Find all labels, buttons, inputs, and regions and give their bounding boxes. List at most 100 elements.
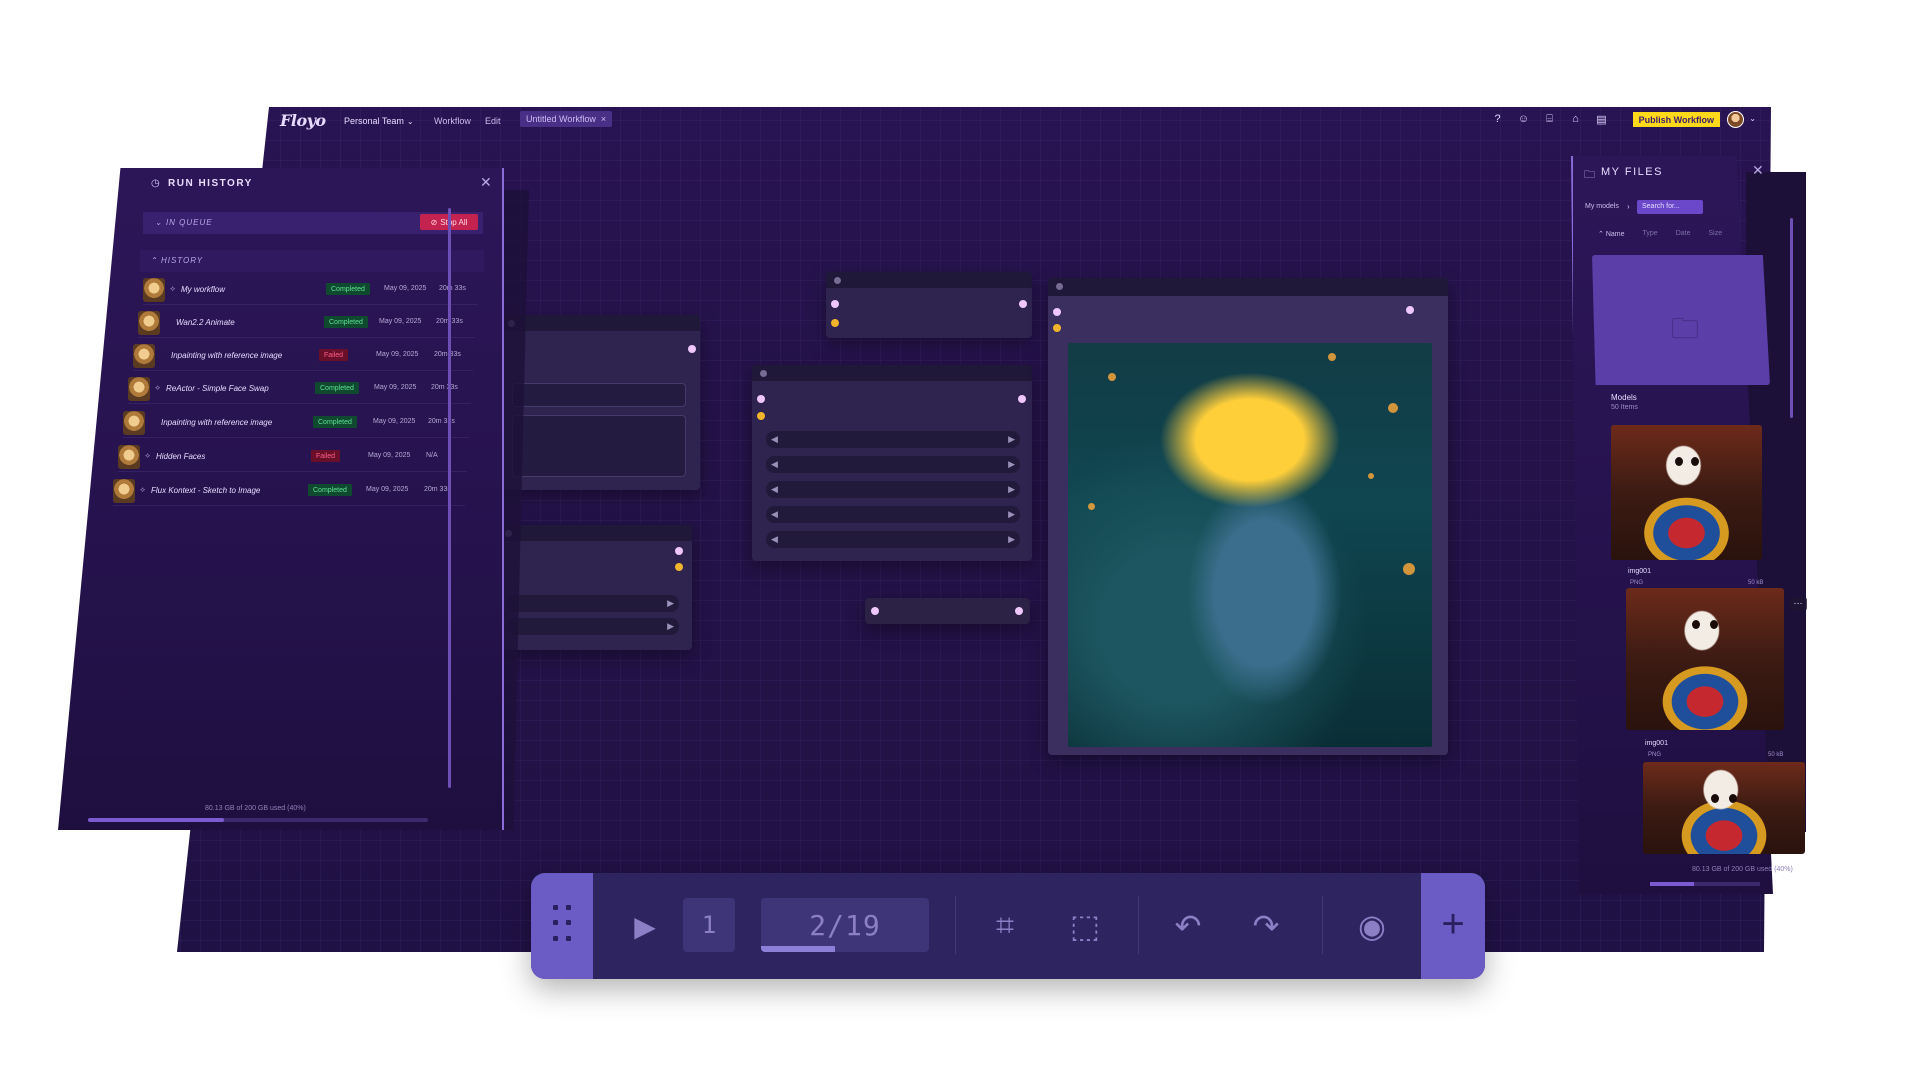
discord-icon[interactable]: ☺ <box>1517 113 1530 126</box>
add-icon[interactable]: + <box>1433 900 1473 948</box>
file-thumbnail[interactable] <box>1611 425 1762 560</box>
arrow-right-icon[interactable]: ▶ <box>1008 534 1015 545</box>
node-header[interactable] <box>500 315 700 331</box>
workflow-thumbnail <box>133 344 155 368</box>
output-pin[interactable] <box>675 547 683 555</box>
arrow-right-icon[interactable]: ▶ <box>1008 484 1015 495</box>
table-row[interactable]: ⟡ Hidden Faces Failed May 09, 2025 N/A <box>118 442 467 472</box>
input-pin[interactable] <box>831 300 839 308</box>
output-pin[interactable] <box>688 345 696 353</box>
param-slot[interactable]: ◀ ▶ <box>766 481 1020 498</box>
page-indicator[interactable]: 2/19 <box>761 898 929 952</box>
output-pin[interactable] <box>1018 395 1026 403</box>
arrow-right-icon[interactable]: ▶ <box>1008 509 1015 520</box>
param-slot[interactable]: ◀ ▶ <box>766 506 1020 523</box>
file-thumbnail[interactable] <box>1643 762 1805 854</box>
node-slot[interactable]: ▶ <box>507 618 679 635</box>
scrollbar[interactable] <box>448 208 451 788</box>
panel-title: RUN HISTORY <box>168 178 253 189</box>
param-slot[interactable]: ◀ ▶ <box>766 456 1020 473</box>
search-input[interactable]: Search for... <box>1637 200 1703 214</box>
node-left-lower[interactable]: ▶ ▶ <box>497 525 692 650</box>
menu-workflow[interactable]: Workflow <box>434 116 471 126</box>
input-pin[interactable] <box>757 395 765 403</box>
team-selector[interactable]: Personal Team ⌄ <box>344 116 414 126</box>
more-options-button[interactable]: ··· <box>1789 597 1807 611</box>
avatar[interactable] <box>1727 111 1744 128</box>
table-row[interactable]: ⟡ My workflow Completed May 09, 2025 20m… <box>143 275 478 305</box>
table-row[interactable]: Inpainting with reference image Complete… <box>123 408 469 438</box>
page-progress-fill <box>761 946 835 952</box>
chevron-down-icon[interactable]: ⌄ <box>1749 114 1756 123</box>
row-date: May 09, 2025 <box>374 384 417 391</box>
node-top-small[interactable] <box>826 272 1032 338</box>
close-icon[interactable]: × <box>601 114 606 124</box>
redo-icon[interactable]: ↷ <box>1246 906 1286 946</box>
drag-grip-icon[interactable] <box>553 905 573 945</box>
top-icon-group: ? ☺ ⌸ ⌂ ▤ <box>1491 113 1608 126</box>
arrow-right-icon[interactable]: ▶ <box>667 598 674 609</box>
node-slot[interactable]: ▶ <box>507 595 679 612</box>
table-row[interactable]: ⟡ Flux Kontext - Sketch to Image Complet… <box>113 476 465 506</box>
node-field[interactable] <box>512 383 686 407</box>
docs-icon[interactable]: ▤ <box>1595 113 1608 126</box>
file-thumbnail[interactable] <box>1626 588 1784 730</box>
node-header[interactable] <box>497 525 692 541</box>
history-label[interactable]: ⌃ HISTORY <box>150 256 203 265</box>
table-row[interactable]: Inpainting with reference image Failed M… <box>133 341 473 371</box>
arrow-right-icon[interactable]: ▶ <box>667 621 674 632</box>
arrow-right-icon[interactable]: ▶ <box>1008 459 1015 470</box>
column-size[interactable]: Size <box>1708 230 1722 238</box>
row-date: May 09, 2025 <box>379 318 422 325</box>
node-reroute[interactable] <box>865 598 1030 624</box>
param-slot[interactable]: ◀ ▶ <box>766 431 1020 448</box>
gift-icon[interactable]: ⌸ <box>1543 113 1556 126</box>
arrange-nodes-icon[interactable]: ⌗ <box>985 906 1025 946</box>
column-name[interactable]: ⌃ Name <box>1598 230 1625 238</box>
add-selection-icon[interactable]: ⬚ <box>1065 906 1105 946</box>
arrow-left-icon[interactable]: ◀ <box>771 484 778 495</box>
academy-icon[interactable]: ⌂ <box>1569 113 1582 126</box>
node-middle-params[interactable]: ◀ ▶ ◀ ▶ ◀ ▶ ◀ ▶ ◀ ▶ <box>752 365 1032 561</box>
play-icon[interactable]: ▶ <box>630 908 660 944</box>
generated-portrait-image[interactable] <box>1068 343 1432 747</box>
app-logo[interactable]: Floyo <box>280 111 326 130</box>
breadcrumb[interactable]: My models <box>1585 203 1619 210</box>
undo-icon[interactable]: ↶ <box>1168 906 1208 946</box>
output-pin[interactable] <box>1015 607 1023 615</box>
input-pin[interactable] <box>831 319 839 327</box>
arrow-left-icon[interactable]: ◀ <box>771 459 778 470</box>
input-pin[interactable] <box>1053 308 1061 316</box>
table-row[interactable]: ⟡ ReActor - Simple Face Swap Completed M… <box>128 374 471 404</box>
tab-untitled-workflow[interactable]: Untitled Workflow × <box>520 111 613 127</box>
output-pin[interactable] <box>1406 306 1414 314</box>
param-slot[interactable]: ◀ ▶ <box>766 531 1020 548</box>
arrow-left-icon[interactable]: ◀ <box>771 434 778 445</box>
close-icon[interactable]: ✕ <box>1752 162 1764 179</box>
node-header[interactable] <box>826 272 1032 288</box>
publish-workflow-button[interactable]: Publish Workflow <box>1632 112 1720 127</box>
close-icon[interactable]: ✕ <box>480 174 492 191</box>
node-text-area[interactable] <box>512 415 686 477</box>
input-pin[interactable] <box>757 412 765 420</box>
menu-edit[interactable]: Edit <box>485 116 501 126</box>
queue-label[interactable]: ⌄ IN QUEUE <box>155 218 213 227</box>
view-icon[interactable]: ◉ <box>1348 906 1396 946</box>
input-pin[interactable] <box>871 607 879 615</box>
column-type[interactable]: Type <box>1643 230 1658 238</box>
node-header[interactable] <box>1048 278 1448 296</box>
node-header[interactable] <box>752 365 1032 381</box>
output-pin[interactable] <box>675 563 683 571</box>
arrow-left-icon[interactable]: ◀ <box>771 509 778 520</box>
help-icon[interactable]: ? <box>1491 113 1504 126</box>
node-left-upper[interactable] <box>500 315 700 490</box>
column-date[interactable]: Date <box>1676 230 1691 238</box>
table-row[interactable]: Wan2.2 Animate Completed May 09, 2025 20… <box>138 308 475 338</box>
output-pin[interactable] <box>1019 300 1027 308</box>
run-count-field[interactable]: 1 <box>683 898 735 952</box>
input-pin[interactable] <box>1053 324 1061 332</box>
arrow-left-icon[interactable]: ◀ <box>771 534 778 545</box>
folder-icon: 🗀 <box>1584 169 1595 181</box>
scrollbar[interactable] <box>1790 218 1793 418</box>
arrow-right-icon[interactable]: ▶ <box>1008 434 1015 445</box>
